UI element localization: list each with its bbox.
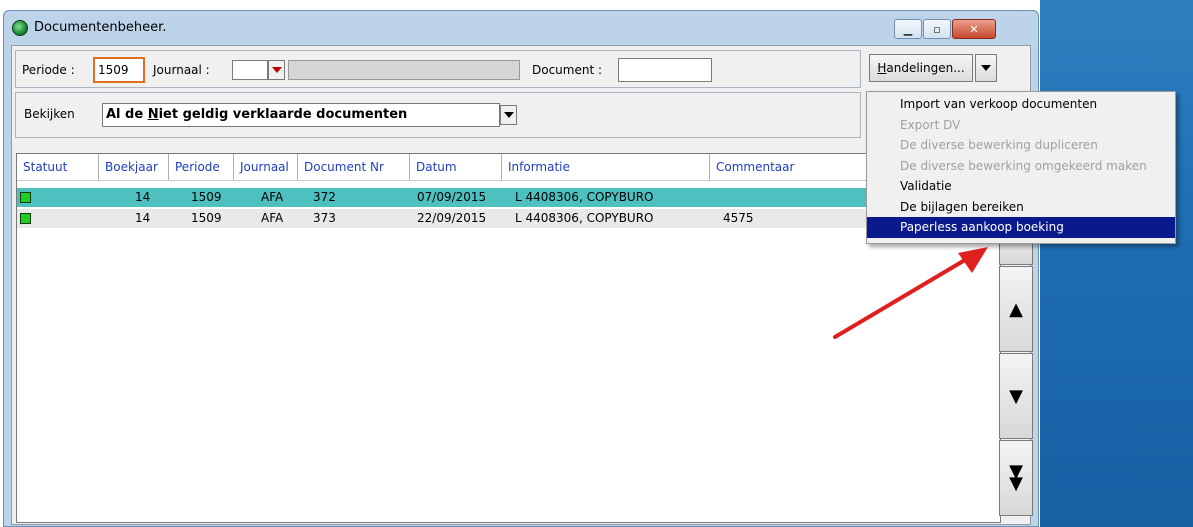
periode-input[interactable]: 1509 xyxy=(93,57,145,83)
journaal-label: Journaal : xyxy=(153,63,210,77)
menu-item-omgekeerd-maken[interactable]: De diverse bewerking omgekeerd maken xyxy=(867,156,1175,177)
app-globe-icon xyxy=(12,20,28,36)
scroll-up-button[interactable]: ▲ xyxy=(999,266,1033,352)
window-title: Documentenbeheer. xyxy=(34,20,167,35)
menu-item-bijlagen-bereiken[interactable]: De bijlagen bereiken xyxy=(867,197,1175,218)
minimize-icon: ▁ xyxy=(903,22,913,36)
column-header-boekjaar[interactable]: Boekjaar xyxy=(99,154,169,180)
close-button[interactable]: ✕ xyxy=(952,19,996,39)
cell-journaal: AFA xyxy=(261,211,284,225)
cell-periode: 1509 xyxy=(191,211,222,225)
handelingen-menu: Import van verkoop documenten Export DV … xyxy=(866,91,1176,244)
handelingen-dropdown-button[interactable] xyxy=(975,54,997,82)
cell-informatie: L 4408306, COPYBURO xyxy=(515,190,654,204)
desktop-background xyxy=(1040,0,1193,527)
bekijken-dropdown-button[interactable] xyxy=(500,105,517,125)
grid-header: Statuut Boekjaar Periode Journaal Docume… xyxy=(17,154,1000,181)
journaal-description-field xyxy=(288,60,520,80)
title-bar[interactable]: Documentenbeheer. ▁ ▫ ✕ xyxy=(4,11,1038,45)
column-header-datum[interactable]: Datum xyxy=(410,154,502,180)
close-icon: ✕ xyxy=(969,22,979,36)
column-header-informatie[interactable]: Informatie xyxy=(502,154,710,180)
column-header-document-nr[interactable]: Document Nr xyxy=(298,154,410,180)
cell-periode: 1509 xyxy=(191,190,222,204)
handelingen-label: andelingen... xyxy=(886,61,965,75)
cell-boekjaar: 14 xyxy=(135,190,151,204)
bekijken-label: Bekijken xyxy=(24,107,75,121)
triangle-down-icon: ▼ xyxy=(1009,385,1023,407)
document-input[interactable] xyxy=(618,58,712,82)
cell-datum: 07/09/2015 xyxy=(417,190,487,204)
documentenbeheer-window: Documentenbeheer. ▁ ▫ ✕ Periode : 1509 J… xyxy=(3,10,1039,527)
periode-label: Periode : xyxy=(22,63,75,77)
chevron-down-icon xyxy=(271,67,282,73)
documents-grid[interactable]: Statuut Boekjaar Periode Journaal Docume… xyxy=(16,153,1001,523)
double-triangle-down-icon: ▼ ▼ xyxy=(1009,461,1023,494)
filter-panel: Periode : 1509 Journaal : Document : xyxy=(15,50,861,88)
column-header-statuut[interactable]: Statuut xyxy=(17,154,99,180)
view-panel: Bekijken Al de Niet geldig verklaarde do… xyxy=(15,92,861,138)
handelingen-button[interactable]: Handelingen... xyxy=(869,54,973,82)
cell-informatie: L 4408306, COPYBURO xyxy=(515,211,654,225)
status-indicator xyxy=(20,192,31,203)
maximize-button[interactable]: ▫ xyxy=(923,19,951,39)
cell-document-nr: 372 xyxy=(313,190,336,204)
bekijken-value-post: iet geldig verklaarde documenten xyxy=(158,107,408,122)
column-header-periode[interactable]: Periode xyxy=(169,154,234,180)
minimize-button[interactable]: ▁ xyxy=(894,19,922,39)
scroll-last-button[interactable]: ▼ ▼ xyxy=(999,440,1033,516)
scroll-down-button[interactable]: ▼ xyxy=(999,353,1033,439)
menu-item-paperless-aankoop[interactable]: Paperless aankoop boeking xyxy=(867,217,1175,238)
menu-item-dupliceren[interactable]: De diverse bewerking dupliceren xyxy=(867,135,1175,156)
table-row[interactable]: 14 1509 AFA 372 07/09/2015 L 4408306, CO… xyxy=(17,188,1000,207)
cell-commentaar: 4575 xyxy=(723,211,754,225)
cell-datum: 22/09/2015 xyxy=(417,211,487,225)
cell-document-nr: 373 xyxy=(313,211,336,225)
menu-item-validatie[interactable]: Validatie xyxy=(867,176,1175,197)
handelingen-mnemonic: H xyxy=(877,61,887,75)
bekijken-value-mnemonic: N xyxy=(147,107,159,122)
column-header-journaal[interactable]: Journaal xyxy=(234,154,298,180)
cell-boekjaar: 14 xyxy=(135,211,151,225)
triangle-up-icon: ▲ xyxy=(1009,298,1023,320)
chevron-down-icon xyxy=(503,112,514,118)
document-label: Document : xyxy=(532,63,603,77)
bekijken-value-pre: Al de xyxy=(106,107,148,122)
table-row[interactable]: 14 1509 AFA 373 22/09/2015 L 4408306, CO… xyxy=(17,209,1000,228)
journaal-input[interactable] xyxy=(232,60,268,80)
maximize-icon: ▫ xyxy=(933,22,941,36)
menu-item-export-dv[interactable]: Export DV xyxy=(867,115,1175,136)
chevron-down-icon xyxy=(981,65,991,71)
menu-item-import-verkoop[interactable]: Import van verkoop documenten xyxy=(867,94,1175,115)
bekijken-select[interactable]: Al de Niet geldig verklaarde documenten xyxy=(102,103,500,127)
cell-journaal: AFA xyxy=(261,190,284,204)
journaal-dropdown-button[interactable] xyxy=(268,60,285,80)
status-indicator xyxy=(20,213,31,224)
